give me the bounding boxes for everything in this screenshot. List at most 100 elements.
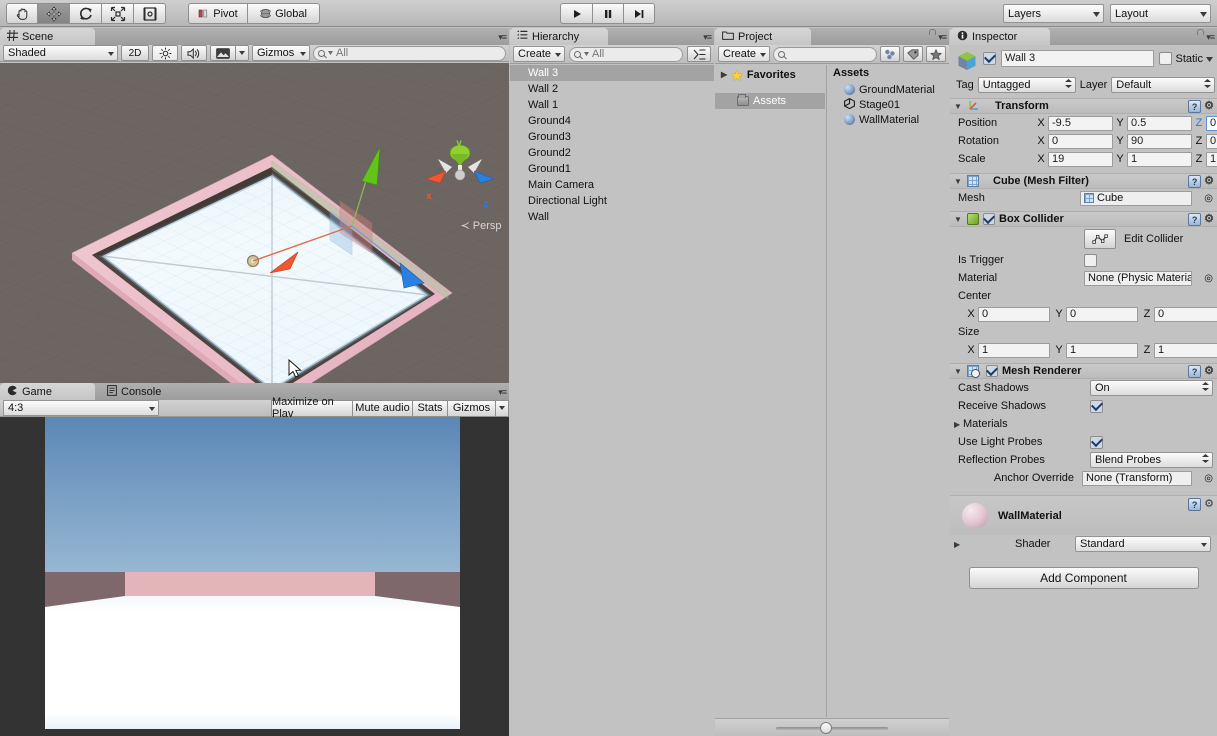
anchor-override-picker-icon[interactable]: ◎: [1204, 473, 1213, 484]
help-icon[interactable]: ?: [1188, 365, 1202, 378]
mesh-picker-icon[interactable]: ◎: [1204, 193, 1213, 204]
tag-dropdown[interactable]: Untagged: [977, 77, 1076, 93]
material-component-header[interactable]: WallMaterial ? ⚙: [950, 495, 1217, 535]
use-light-probes-checkbox[interactable]: [1090, 435, 1103, 449]
game-gizmos-dropdown[interactable]: [496, 399, 509, 417]
project-tree-item[interactable]: Assets: [715, 93, 825, 109]
center-y-field[interactable]: 0: [1066, 306, 1138, 322]
hierarchy-item[interactable]: Ground4: [510, 113, 714, 129]
receive-shadows-checkbox[interactable]: [1090, 399, 1103, 413]
mute-audio-button[interactable]: Mute audio: [353, 399, 413, 417]
tab-hierarchy[interactable]: Hierarchy: [510, 28, 608, 45]
tab-game[interactable]: Game: [0, 383, 95, 400]
game-gizmos-button[interactable]: Gizmos: [448, 399, 496, 417]
scene-effects-button[interactable]: [210, 45, 236, 61]
project-options-icon[interactable]: ▾≡: [938, 32, 947, 43]
hierarchy-sort-button[interactable]: [687, 46, 711, 62]
size-z-field[interactable]: 1: [1154, 342, 1217, 358]
hierarchy-search-input[interactable]: All: [569, 46, 683, 62]
hierarchy-item[interactable]: Wall: [510, 209, 714, 225]
anchor-override-object-field[interactable]: None (Transform): [1082, 470, 1193, 486]
gizmos-dropdown[interactable]: Gizmos: [252, 45, 310, 61]
help-icon[interactable]: ?: [1188, 213, 1202, 226]
rotation-z-field[interactable]: 0: [1206, 133, 1217, 149]
box-collider-foldout-icon[interactable]: ▼: [954, 215, 963, 224]
tab-scene[interactable]: Scene: [0, 28, 95, 45]
shader-dropdown[interactable]: Standard: [1075, 536, 1211, 552]
rect-tool-button[interactable]: [134, 3, 166, 24]
move-tool-button[interactable]: [38, 3, 70, 24]
icon-size-slider[interactable]: [776, 721, 888, 734]
physic-material-object-field[interactable]: None (Physic Material): [1084, 270, 1193, 286]
tab-project[interactable]: Project: [715, 28, 811, 45]
scene-lighting-button[interactable]: [152, 45, 178, 61]
game-viewport[interactable]: [0, 417, 509, 736]
scene-audio-button[interactable]: [181, 45, 207, 61]
hierarchy-item[interactable]: Main Camera: [510, 177, 714, 193]
hierarchy-create-button[interactable]: Create: [513, 46, 565, 62]
scene-search-input[interactable]: All: [313, 45, 506, 61]
tab-inspector[interactable]: Inspector: [950, 28, 1050, 45]
hierarchy-item[interactable]: Ground1: [510, 161, 714, 177]
materials-row[interactable]: ▶ Materials: [950, 415, 1217, 433]
center-x-field[interactable]: 0: [978, 306, 1050, 322]
game-options-icon[interactable]: ▾≡: [498, 387, 507, 398]
layer-dropdown[interactable]: Default: [1111, 77, 1215, 93]
inspector-options-icon[interactable]: ▾≡: [1206, 32, 1215, 43]
pause-button[interactable]: [593, 3, 624, 24]
gameobject-name-field[interactable]: Wall 3: [1001, 50, 1155, 67]
hierarchy-item[interactable]: Wall 3: [510, 65, 714, 81]
reflection-probes-dropdown[interactable]: Blend Probes: [1090, 452, 1213, 468]
help-icon[interactable]: ?: [1188, 100, 1202, 113]
asset-item[interactable]: Stage01: [827, 97, 949, 112]
scene-effects-dropdown[interactable]: [236, 45, 249, 61]
asset-item[interactable]: WallMaterial: [827, 112, 949, 127]
rotate-tool-button[interactable]: [70, 3, 102, 24]
scene-options-icon[interactable]: ▾≡: [498, 32, 507, 43]
size-x-field[interactable]: 1: [978, 342, 1050, 358]
aspect-ratio-dropdown[interactable]: 4:3: [3, 400, 159, 416]
pivot-toggle-button[interactable]: Pivot: [188, 3, 248, 24]
scale-tool-button[interactable]: [102, 3, 134, 24]
position-x-field[interactable]: -9.5: [1048, 115, 1113, 131]
assets-list[interactable]: GroundMaterial Stage01 WallMaterial: [827, 82, 949, 127]
project-assets-pane[interactable]: Assets GroundMaterial Stage01 WallMaterial: [826, 65, 949, 717]
shading-mode-dropdown[interactable]: Shaded: [3, 45, 118, 61]
mesh-renderer-enabled-checkbox[interactable]: [986, 365, 998, 377]
slider-handle[interactable]: [820, 721, 832, 734]
scene-viewport[interactable]: y x z ≺ Persp: [0, 63, 509, 408]
maximize-on-play-button[interactable]: Maximize on Play: [271, 396, 353, 420]
hierarchy-item[interactable]: Ground3: [510, 129, 714, 145]
mesh-object-field[interactable]: Cube: [1080, 190, 1193, 206]
size-y-field[interactable]: 1: [1066, 342, 1138, 358]
mesh-filter-component-header[interactable]: ▼ Cube (Mesh Filter) ? ⚙: [950, 173, 1217, 189]
center-z-field[interactable]: 0: [1154, 306, 1217, 322]
transform-foldout-icon[interactable]: ▼: [954, 102, 963, 111]
gear-icon[interactable]: ⚙: [1204, 366, 1214, 377]
gear-icon[interactable]: ⚙: [1204, 499, 1214, 510]
is-trigger-checkbox[interactable]: [1084, 253, 1097, 267]
gear-icon[interactable]: ⚙: [1204, 214, 1214, 225]
hierarchy-item[interactable]: Wall 1: [510, 97, 714, 113]
rotation-y-field[interactable]: 90: [1127, 133, 1192, 149]
physic-material-picker-icon[interactable]: ◎: [1204, 273, 1213, 284]
material-foldout-icon[interactable]: ▶: [954, 540, 963, 549]
cast-shadows-dropdown[interactable]: On: [1090, 380, 1213, 396]
hierarchy-item[interactable]: Wall 2: [510, 81, 714, 97]
project-search-input[interactable]: [773, 46, 877, 62]
project-tree[interactable]: ▶ ★ Favorites Assets: [715, 65, 825, 717]
mesh-filter-foldout-icon[interactable]: ▼: [954, 177, 963, 186]
asset-item[interactable]: GroundMaterial: [827, 82, 949, 97]
help-icon[interactable]: ?: [1188, 498, 1202, 511]
stats-button[interactable]: Stats: [413, 399, 448, 417]
filter-by-label-button[interactable]: [903, 46, 923, 62]
hand-tool-button[interactable]: [6, 3, 38, 24]
static-dropdown-icon[interactable]: [1206, 53, 1213, 65]
box-collider-enabled-checkbox[interactable]: [983, 213, 995, 225]
step-button[interactable]: [624, 3, 655, 24]
scale-z-field[interactable]: 1: [1206, 151, 1217, 167]
tab-console[interactable]: Console: [100, 383, 182, 400]
project-tree-item[interactable]: ▶ ★ Favorites: [715, 67, 825, 83]
favorites-star-button[interactable]: [926, 46, 946, 62]
materials-foldout-icon[interactable]: ▶: [954, 420, 963, 429]
